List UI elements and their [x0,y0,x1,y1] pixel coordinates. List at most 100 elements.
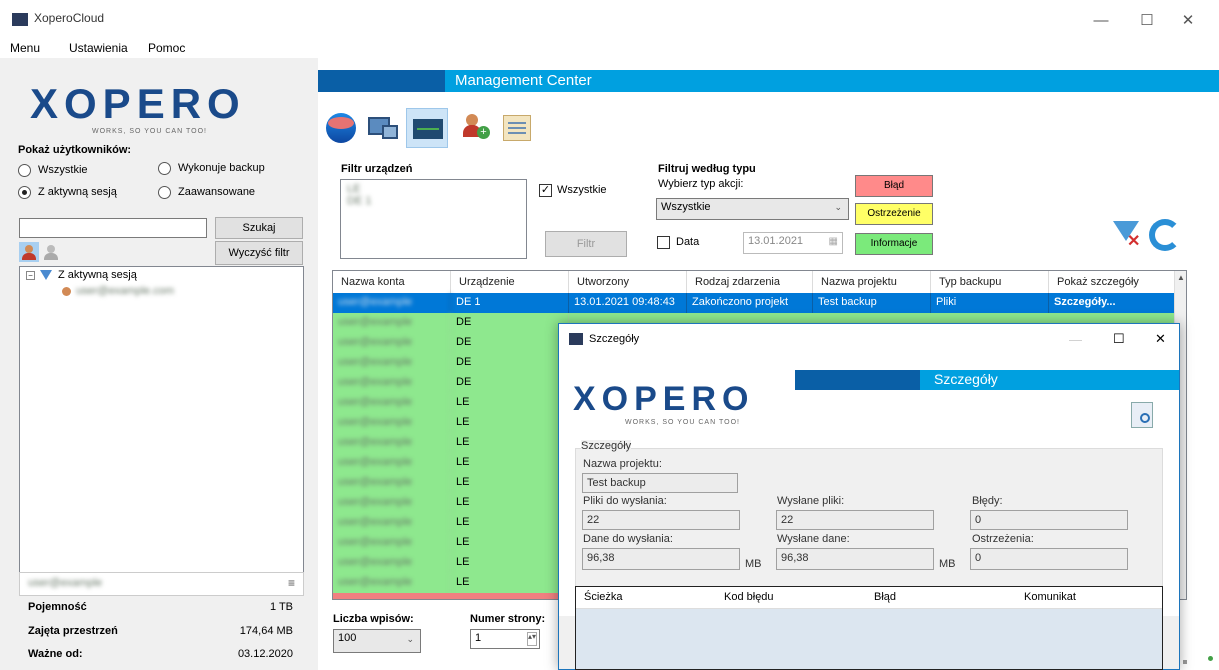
tree-collapse-icon[interactable]: − [26,271,35,280]
info-filter-button[interactable]: Informacje [855,233,933,255]
cell-event: Zakończono projekt [687,293,813,313]
menu-item-settings[interactable]: Ustawienia [69,41,128,55]
status-dot-green [1208,656,1213,661]
account-selector[interactable]: user@example ≡ [19,572,304,596]
chevron-down-icon: ⌄ [834,202,842,212]
col-backup-type[interactable]: Typ backupu [931,271,1049,293]
dialog-minimize-button[interactable]: — [1069,332,1082,347]
col-created[interactable]: Utworzony [569,271,687,293]
cell-device: DE [451,353,569,373]
type-filter-label: Filtruj według typu [658,163,756,175]
logo-tagline: WORKS, SO YOU CAN TOO! [92,128,207,135]
capacity-label: Pojemność [28,601,87,613]
header-title: Management Center [455,72,592,89]
page-value: 1 [475,632,482,644]
clear-filter-button[interactable]: Wyczyść filtr [215,241,303,265]
radio-advanced[interactable] [158,186,171,199]
radio-backup[interactable] [158,162,171,175]
users-heading: Pokaż użytkowników: [18,144,132,156]
close-button[interactable]: ✕ [1165,8,1211,34]
device-item-de[interactable]: DE 1 [347,195,371,207]
col-project[interactable]: Nazwa projektu [813,271,931,293]
date-picker[interactable]: 13.01.2021 ▦ [743,232,843,254]
title-bar: XoperoCloud — ☐ ✕ [0,0,1219,36]
project-name-field: Test backup [582,473,738,493]
cell-account: user@example [333,533,451,553]
header-accent [318,70,445,92]
report-icon[interactable] [503,115,531,141]
radio-active-session[interactable] [18,186,31,199]
col-error[interactable]: Błąd [874,591,896,603]
filter-button[interactable]: Filtr [545,231,627,257]
collapse-icon[interactable]: ≡ [288,576,295,590]
cell-account: user@example [333,493,451,513]
calendar-icon: ▦ [828,236,838,247]
dialog-logo: XOPERO WORKS, SO YOU CAN TOO! [573,380,754,426]
cell-account: user@example [333,513,451,533]
cell-account: user@example [333,373,451,393]
logo: XOPERO WORKS, SO YOU CAN TOO! [30,80,246,135]
action-type-value: Wszystkie [661,201,711,213]
scroll-up-icon[interactable]: ▲ [1177,273,1185,282]
dialog-logo-tagline: WORKS, SO YOU CAN TOO! [625,419,740,426]
files-sent-label: Wysłane pliki: [777,495,845,507]
radio-advanced-label: Zaawansowane [178,186,256,198]
col-event-type[interactable]: Rodzaj zdarzenia [687,271,813,293]
minimize-button[interactable]: — [1078,8,1124,34]
device-filter-label: Filtr urządzeń [341,163,413,175]
dashboard-pie-icon[interactable] [326,113,356,143]
col-error-code[interactable]: Kod błędu [724,591,774,603]
refresh-icon[interactable] [1149,219,1181,251]
maximize-button[interactable]: ☐ [1124,8,1170,34]
tree-root-label[interactable]: Z aktywną sesją [58,269,137,281]
data-sent-unit: MB [939,558,956,570]
page-number-stepper[interactable]: 1 ▴▾ [470,629,540,649]
cell-account: user@example [333,313,451,333]
menu-item-menu[interactable]: Menu [10,41,40,55]
col-device[interactable]: Urządzenie [451,271,569,293]
export-report-icon[interactable] [1131,402,1153,428]
col-message[interactable]: Komunikat [1024,591,1076,603]
user-inactive-filter-icon[interactable] [41,242,61,262]
computers-icon[interactable] [368,113,400,143]
data-to-send-unit: MB [745,558,762,570]
device-list[interactable]: LE DE 1 [340,179,527,259]
dialog-banner-accent [795,370,920,390]
add-user-icon[interactable]: + [463,112,491,142]
status-dot [1183,660,1187,664]
error-filter-button[interactable]: Błąd [855,175,933,197]
col-account[interactable]: Nazwa konta [333,271,451,293]
action-type-select[interactable]: Wszystkie ⌄ [656,198,849,220]
details-dialog: Szczegóły — ☐ ✕ Szczegóły XOPERO WORKS, … [558,323,1180,670]
menu-item-help[interactable]: Pomoc [148,41,185,55]
radio-all[interactable] [18,164,31,177]
account-name: user@example [28,577,103,589]
cell-device: LE [451,533,569,553]
monitoring-icon[interactable] [406,108,448,148]
cell-details-link[interactable]: Szczegóły... [1049,293,1176,313]
data-to-send-label: Dane do wysłania: [583,533,673,545]
all-devices-checkbox[interactable]: ✓ [539,184,552,197]
details-group-label: Szczegóły [581,440,632,452]
col-details[interactable]: Pokaż szczegóły [1049,271,1176,293]
dialog-maximize-button[interactable]: ☐ [1113,331,1125,347]
search-button[interactable]: Szukaj [215,217,303,239]
page-label: Numer strony: [470,613,546,625]
filter-area: Filtr urządzeń LE DE 1 ✓ Wszystkie Filtr… [331,161,1197,263]
date-checkbox[interactable] [657,236,670,249]
dialog-title: Szczegóły [589,333,640,345]
entries-select[interactable]: 100 ⌄ [333,629,421,653]
device-item-le[interactable]: LE [347,183,360,195]
user-active-filter-icon[interactable] [19,242,39,262]
warning-filter-button[interactable]: Ostrzeżenie [855,203,933,225]
radio-all-label: Wszystkie [38,164,88,176]
cell-device: DE [451,313,569,333]
date-value: 13.01.2021 [748,235,804,247]
table-row-selected[interactable]: user@example DE 1 13.01.2021 09:48:43 Za… [333,293,1186,313]
tree-user-item[interactable]: user@example.com [76,285,174,297]
valid-from-value: 03.12.2020 [237,648,293,660]
user-search-input[interactable] [19,218,207,238]
col-path[interactable]: Ścieżka [584,591,623,603]
stepper-icon[interactable]: ▴▾ [527,632,537,646]
dialog-close-button[interactable]: ✕ [1155,331,1166,347]
